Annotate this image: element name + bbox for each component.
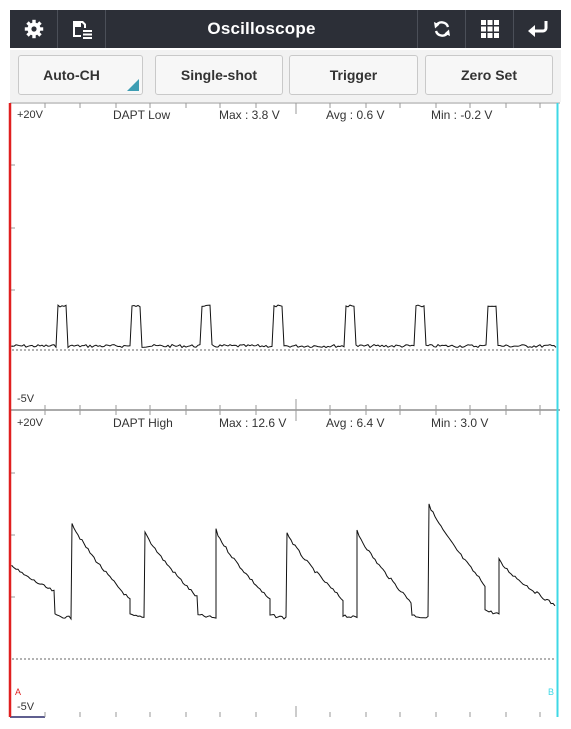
dapt-high-waveform	[11, 503, 556, 621]
top-toolbar: Oscilloscope	[10, 10, 561, 48]
panel2-channel-name: DAPT High	[113, 416, 173, 430]
auto-ch-button[interactable]: Auto-CH	[18, 55, 143, 95]
dapt-low-waveform	[11, 304, 557, 349]
panel2-ticks	[10, 410, 541, 717]
auto-ch-label: Auto-CH	[43, 67, 100, 83]
panel2-min: Min : 3.0 V	[431, 416, 489, 430]
panel1-max: Max : 3.8 V	[219, 108, 280, 122]
button-bar: Auto-CH Single-shot Trigger Zero Set	[10, 50, 561, 102]
panel2-top-scale: +20V	[17, 417, 43, 429]
panel1-top-scale: +20V	[17, 109, 43, 121]
back-icon[interactable]	[513, 10, 561, 48]
grid-icon[interactable]	[465, 10, 513, 48]
gear-icon[interactable]	[10, 10, 58, 48]
zero-set-button[interactable]: Zero Set	[425, 55, 553, 95]
panel1-bottom-scale: -5V	[17, 393, 35, 405]
refresh-icon[interactable]	[417, 10, 465, 48]
single-shot-label: Single-shot	[180, 67, 258, 83]
panel1-avg: Avg : 0.6 V	[326, 108, 385, 122]
panel1-ticks	[10, 103, 541, 410]
app-title: Oscilloscope	[207, 19, 316, 38]
dropdown-corner-icon	[127, 79, 139, 91]
panel1-channel-name: DAPT Low	[113, 108, 171, 122]
single-shot-button[interactable]: Single-shot	[155, 55, 283, 95]
trigger-label: Trigger	[329, 67, 378, 83]
trigger-button[interactable]: Trigger	[289, 55, 418, 95]
cursor-a-marker[interactable]: A	[15, 687, 21, 697]
zero-set-label: Zero Set	[460, 67, 517, 83]
save-icon[interactable]	[58, 10, 106, 48]
panel2-max: Max : 12.6 V	[219, 416, 287, 430]
panel2-avg: Avg : 6.4 V	[326, 416, 385, 430]
panel2-bottom-scale: -5V	[17, 701, 35, 713]
cursor-b-marker[interactable]: B	[548, 687, 554, 697]
panel1-min: Min : -0.2 V	[431, 108, 493, 122]
